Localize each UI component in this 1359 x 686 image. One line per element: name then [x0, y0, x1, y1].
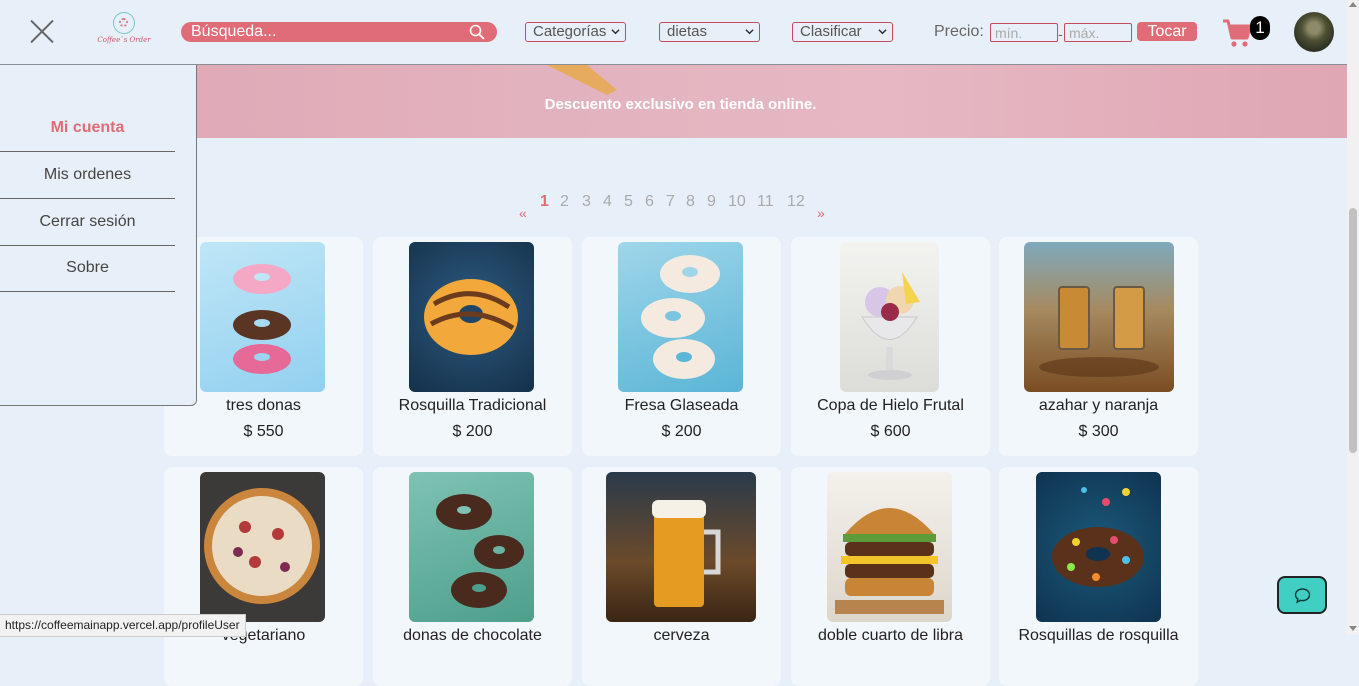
product-card[interactable]: Rosquillas de rosquilla — [999, 467, 1198, 686]
donut-logo-icon — [113, 12, 135, 34]
product-name: donas de chocolate — [403, 627, 542, 644]
chevron-down-icon — [878, 29, 887, 35]
status-url-tooltip: https://coffeemainapp.vercel.app/profile… — [0, 614, 246, 637]
sort-select[interactable]: Clasificar — [792, 22, 893, 42]
page-1[interactable]: 1 — [540, 193, 549, 211]
chat-bubble-icon — [1294, 588, 1311, 604]
cart-icon[interactable] — [1222, 16, 1252, 48]
sidebar-item-logout[interactable]: Cerrar sesión — [0, 199, 175, 246]
sidebar-item-my-account[interactable]: Mi cuenta — [0, 105, 175, 152]
pizza-image — [200, 472, 325, 622]
sprinkle-donuts-image — [618, 242, 743, 392]
page-scrollbar[interactable] — [1347, 0, 1359, 635]
product-card[interactable]: azahar y naranja $ 300 — [999, 237, 1198, 456]
close-icon[interactable] — [28, 18, 56, 46]
beer-image — [606, 472, 756, 622]
page-11[interactable]: 11 — [757, 193, 774, 211]
cart-count-badge: 1 — [1250, 16, 1270, 40]
account-sidebar: Mi cuenta Mis ordenes Cerrar sesión Sobr… — [0, 65, 197, 406]
categories-select[interactable]: Categorías — [525, 22, 626, 42]
donut-stack-image — [200, 242, 325, 392]
product-price: $ 600 — [870, 423, 911, 440]
product-price: $ 200 — [661, 423, 702, 440]
search-bar — [181, 22, 497, 42]
product-price: $ 200 — [452, 423, 493, 440]
price-max-input[interactable] — [1064, 23, 1132, 42]
price-min-input[interactable] — [990, 23, 1058, 42]
sidebar-item-my-orders[interactable]: Mis ordenes — [0, 152, 175, 199]
product-card[interactable]: cerveza — [582, 467, 781, 686]
sort-select-value: Clasificar — [800, 23, 862, 40]
page-12[interactable]: 12 — [787, 193, 805, 211]
ice-cream-cup-image — [840, 242, 939, 392]
product-price: $ 550 — [243, 423, 284, 440]
product-card[interactable]: Copa de Hielo Frutal $ 600 — [791, 237, 990, 456]
product-name: Rosquillas de rosquilla — [1018, 627, 1179, 644]
prev-page-button[interactable]: « — [519, 205, 527, 221]
page-6[interactable]: 6 — [645, 193, 654, 211]
banner-decoration — [547, 65, 617, 95]
tea-glasses-image — [1024, 242, 1174, 392]
apply-filter-button[interactable]: Tocar — [1137, 22, 1197, 41]
chevron-down-icon — [611, 29, 620, 35]
page-3[interactable]: 3 — [582, 193, 591, 211]
product-card[interactable]: donas de chocolate — [373, 467, 572, 686]
product-name: Copa de Hielo Frutal — [817, 397, 964, 414]
chevron-down-icon — [745, 29, 754, 35]
categories-select-value: Categorías — [533, 23, 607, 40]
scrollbar-thumb[interactable] — [1349, 208, 1357, 453]
promo-banner: Descuento exclusivo en tienda online. — [197, 65, 1347, 138]
scroll-down-icon[interactable] — [1349, 626, 1357, 631]
product-name: Rosquilla Tradicional — [398, 397, 547, 414]
page-5[interactable]: 5 — [624, 193, 633, 211]
sidebar-item-about[interactable]: Sobre — [0, 245, 175, 292]
product-card[interactable]: doble cuarto de libra — [791, 467, 990, 686]
product-name: cerveza — [653, 627, 710, 644]
product-card[interactable]: Fresa Glaseada $ 200 — [582, 237, 781, 456]
page-10[interactable]: 10 — [728, 193, 746, 211]
price-label: Precio: — [934, 23, 984, 40]
scroll-up-icon[interactable] — [1349, 2, 1357, 7]
glazed-donut-image — [409, 242, 534, 392]
logo-text: Coffee`s Order — [97, 36, 151, 44]
page-7[interactable]: 7 — [666, 193, 675, 211]
next-page-button[interactable]: » — [817, 205, 825, 221]
chat-button[interactable] — [1277, 576, 1327, 614]
search-input[interactable] — [191, 22, 451, 42]
burger-image — [827, 472, 952, 622]
logo[interactable]: Coffee`s Order — [97, 12, 151, 50]
product-card[interactable]: Rosquilla Tradicional $ 200 — [373, 237, 572, 456]
price-separator: - — [1058, 26, 1063, 42]
diets-select-value: dietas — [667, 23, 708, 40]
product-name: Fresa Glaseada — [624, 397, 739, 414]
page-9[interactable]: 9 — [707, 193, 716, 211]
product-name: azahar y naranja — [1038, 397, 1159, 414]
page-4[interactable]: 4 — [603, 193, 612, 211]
avatar[interactable] — [1294, 12, 1334, 52]
product-name: doble cuarto de libra — [818, 627, 963, 644]
search-icon[interactable] — [469, 24, 485, 40]
top-navbar: Coffee`s Order Categorías dietas Clasifi… — [0, 0, 1347, 65]
diets-select[interactable]: dietas — [659, 22, 760, 42]
candy-donut-image — [1036, 472, 1161, 622]
page-8[interactable]: 8 — [686, 193, 695, 211]
chocolate-donuts-image — [409, 472, 534, 622]
page-2[interactable]: 2 — [560, 193, 569, 211]
product-price: $ 300 — [1078, 423, 1119, 440]
banner-text: Descuento exclusivo en tienda online. — [544, 96, 817, 113]
product-card[interactable]: vegetariano — [164, 467, 363, 686]
